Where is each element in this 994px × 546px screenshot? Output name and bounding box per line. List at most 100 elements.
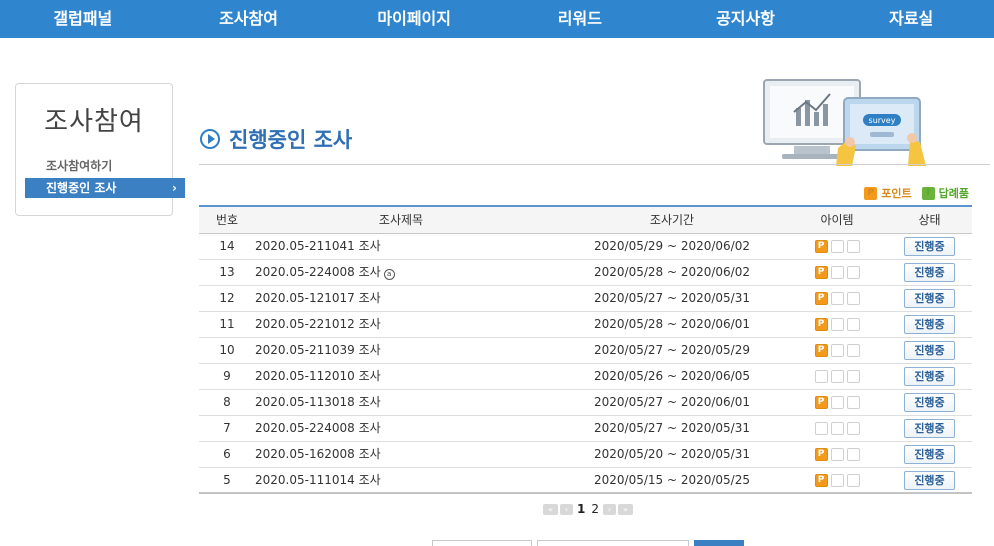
first-page-icon[interactable]: «: [543, 503, 558, 515]
row-num: 5: [223, 473, 231, 487]
row-title[interactable]: 2020.05-121017 조사: [255, 286, 547, 311]
legend-gift: I 답례품: [921, 185, 969, 201]
row-items: P: [797, 312, 887, 337]
point-item-icon: P: [814, 396, 828, 409]
nav-resources[interactable]: 자료실: [828, 0, 994, 38]
heading-divider: [199, 164, 990, 165]
empty-item-slot: [830, 422, 844, 435]
page-number[interactable]: 2: [589, 502, 601, 516]
nav-gallup-panel[interactable]: 갤럽패널: [0, 0, 166, 38]
table-row[interactable]: 6 2020.05-162008 조사 2020/05/20 ~ 2020/05/3…: [199, 442, 972, 468]
sidebar: 조사참여 조사참여하기 진행중인 조사 ›: [15, 83, 185, 216]
row-title[interactable]: 2020.05-211039 조사: [255, 338, 547, 363]
table-row[interactable]: 9 2020.05-112010 조사 2020/05/26 ~ 2020/06/0…: [199, 364, 972, 390]
empty-item-slot: [830, 292, 844, 305]
empty-item-slot: [846, 266, 860, 279]
empty-item-slot: [814, 422, 828, 435]
row-period: 2020/05/15 ~ 2020/05/25: [593, 473, 750, 487]
row-period: 2020/05/20 ~ 2020/05/31: [593, 447, 750, 461]
row-num: 10: [219, 343, 235, 357]
row-title[interactable]: 2020.05-112010 조사: [255, 364, 547, 389]
table-row[interactable]: 7 2020.05-224008 조사 2020/05/27 ~ 2020/05/3…: [199, 416, 972, 442]
row-title[interactable]: 2020.05-221012 조사: [255, 312, 547, 337]
last-page-icon[interactable]: »: [618, 503, 633, 515]
empty-item-slot: [830, 240, 844, 253]
table-row[interactable]: 11 2020.05-221012 조사 2020/05/28 ~ 2020/06/…: [199, 312, 972, 338]
status-button[interactable]: 진행중: [904, 393, 955, 412]
nav-reward[interactable]: 리워드: [497, 0, 663, 38]
table-row[interactable]: 10 2020.05-211039 조사 2020/05/27 ~ 2020/05/…: [199, 338, 972, 364]
row-items: [797, 416, 887, 441]
prev-page-icon[interactable]: ‹: [560, 503, 573, 515]
row-status: 진행중: [887, 364, 972, 389]
point-item-icon: P: [814, 266, 828, 279]
row-title[interactable]: 2020.05-111014 조사: [255, 468, 547, 492]
search-input-stub[interactable]: [537, 540, 689, 546]
status-button[interactable]: 진행중: [904, 289, 955, 308]
row-items: P: [797, 260, 887, 285]
row-title-text: 2020.05-224008 조사: [255, 265, 381, 279]
next-page-icon[interactable]: ›: [603, 503, 616, 515]
row-title-text: 2020.05-121017 조사: [255, 291, 381, 305]
search-select-stub[interactable]: [432, 540, 532, 546]
point-item-icon: P: [814, 473, 828, 487]
header-num: 번호: [215, 213, 239, 227]
row-items: P: [797, 390, 887, 415]
row-title-text: 2020.05-111014 조사: [255, 473, 381, 487]
empty-item-slot: [846, 344, 860, 357]
sidebar-item-ongoing-surveys[interactable]: 진행중인 조사 ›: [25, 178, 185, 198]
status-button[interactable]: 진행중: [904, 470, 955, 490]
row-status: 진행중: [887, 390, 972, 415]
row-status: 진행중: [887, 338, 972, 363]
row-num: 7: [223, 421, 231, 435]
point-item-icon: P: [814, 448, 828, 461]
play-circle-icon: [200, 129, 220, 149]
row-period: 2020/05/27 ~ 2020/06/01: [593, 395, 750, 409]
status-button[interactable]: 진행중: [904, 237, 955, 256]
row-status: 진행중: [887, 312, 972, 337]
point-item-icon: P: [814, 318, 828, 331]
row-title[interactable]: 2020.05-162008 조사: [255, 442, 547, 467]
row-status: 진행중: [887, 416, 972, 441]
status-button[interactable]: 진행중: [904, 419, 955, 438]
header-title: 조사제목: [378, 213, 424, 227]
row-title[interactable]: 2020.05-224008 조사: [255, 416, 547, 441]
status-button[interactable]: 진행중: [904, 315, 955, 334]
status-button[interactable]: 진행중: [904, 263, 955, 282]
table-row[interactable]: 8 2020.05-113018 조사 2020/05/27 ~ 2020/06/0…: [199, 390, 972, 416]
table-row[interactable]: 14 2020.05-211041 조사 2020/05/29 ~ 2020/06/…: [199, 234, 972, 260]
empty-item-slot: [830, 473, 844, 487]
empty-item-slot: [846, 370, 860, 383]
row-title[interactable]: 2020.05-211041 조사: [255, 234, 547, 259]
row-status: 진행중: [887, 468, 972, 492]
legend-gift-label: 답례품: [938, 187, 969, 200]
survey-illustration: survey: [763, 79, 926, 166]
row-items: P: [797, 442, 887, 467]
table-row[interactable]: 12 2020.05-121017 조사 2020/05/27 ~ 2020/05/…: [199, 286, 972, 312]
point-badge-icon: P: [864, 186, 878, 200]
table-row[interactable]: 13 2020.05-224008 조사 a 2020/05/28 ~ 2020/06…: [199, 260, 972, 286]
row-title[interactable]: 2020.05-113018 조사: [255, 390, 547, 415]
sidebar-title: 조사참여: [44, 107, 144, 137]
nav-survey-participation[interactable]: 조사참여: [166, 0, 332, 38]
empty-item-slot: [830, 448, 844, 461]
row-period: 2020/05/29 ~ 2020/06/02: [593, 239, 750, 253]
page-number-current[interactable]: 1: [575, 502, 587, 516]
row-title[interactable]: 2020.05-224008 조사 a: [255, 260, 547, 285]
table-row[interactable]: 5 2020.05-111014 조사 2020/05/15 ~ 2020/05/2…: [199, 468, 972, 494]
nav-notice[interactable]: 공지사항: [663, 0, 829, 38]
nav-mypage[interactable]: 마이페이지: [331, 0, 497, 38]
row-period: 2020/05/28 ~ 2020/06/02: [593, 265, 750, 279]
sidebar-item-label: 진행중인 조사: [46, 181, 117, 195]
page-heading: 진행중인 조사: [200, 124, 352, 154]
status-button[interactable]: 진행중: [904, 341, 955, 360]
row-items: P: [797, 338, 887, 363]
row-title-text: 2020.05-211039 조사: [255, 343, 381, 357]
empty-item-slot: [814, 370, 828, 383]
row-period: 2020/05/27 ~ 2020/05/29: [593, 343, 750, 357]
sidebar-item-participate[interactable]: 조사참여하기: [25, 156, 185, 176]
status-button[interactable]: 진행중: [904, 367, 955, 386]
search-button-stub[interactable]: [694, 540, 744, 546]
item-legend: P 포인트 I 답례품: [864, 185, 969, 201]
status-button[interactable]: 진행중: [904, 445, 955, 464]
